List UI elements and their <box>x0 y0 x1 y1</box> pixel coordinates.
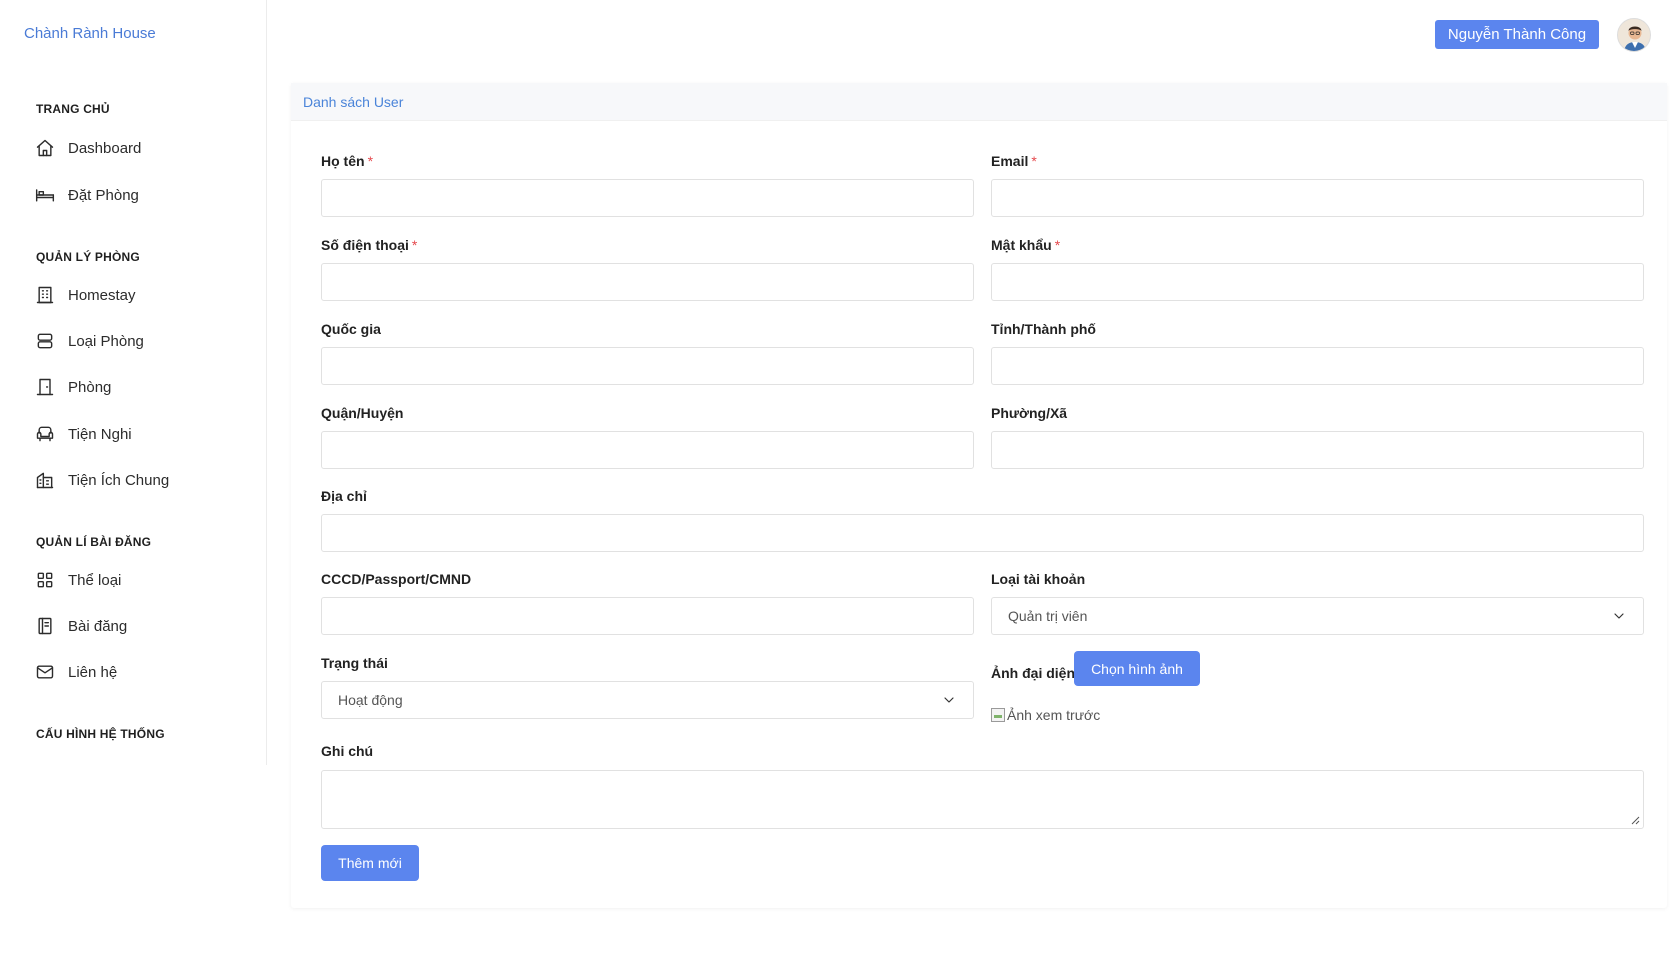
home-icon <box>34 137 56 159</box>
avatar-label: Ảnh đại diện <box>991 665 1075 681</box>
sidebar-item-label: Tiện Ích Chung <box>68 471 170 489</box>
district-label: Quận/Huyện <box>321 405 404 421</box>
country-label: Quốc gia <box>321 321 381 337</box>
brand-link[interactable]: Chành Rành House <box>24 25 156 42</box>
country-input[interactable] <box>321 347 974 385</box>
choose-image-button[interactable]: Chọn hình ảnh <box>1074 651 1200 686</box>
sidebar-item-label: Homestay <box>68 286 136 304</box>
sidebar-item-homestay[interactable]: Homestay <box>34 282 136 308</box>
avatar-preview-alt: Ảnh xem trước <box>1007 707 1101 723</box>
status-select[interactable]: Hoạt động <box>321 681 974 719</box>
password-label-text: Mật khẩu <box>991 237 1052 253</box>
password-label: Mật khẩu * <box>991 237 1060 253</box>
sidebar: Chành Rành House TRANG CHỦ Dashboard Đặt… <box>0 0 267 765</box>
email-input[interactable] <box>991 179 1644 217</box>
email-label-text: Email <box>991 153 1029 169</box>
card-title: Danh sách User <box>291 83 1667 121</box>
account-type-label: Loại tài khoản <box>991 571 1086 587</box>
chevron-down-icon <box>1614 613 1624 619</box>
sidebar-item-amenities[interactable]: Tiện Nghi <box>34 421 132 447</box>
sidebar-item-label: Loại Phòng <box>68 332 144 350</box>
mail-icon <box>34 661 56 683</box>
required-marker: * <box>1054 237 1061 253</box>
server-icon <box>34 330 56 352</box>
password-input[interactable] <box>991 263 1644 301</box>
province-input[interactable] <box>991 347 1644 385</box>
broken-image-icon <box>991 708 1005 722</box>
building-icon <box>34 284 56 306</box>
sidebar-item-label: Bài đăng <box>68 617 128 635</box>
phone-input[interactable] <box>321 263 974 301</box>
email-label: Email * <box>991 153 1037 169</box>
sidebar-item-booking[interactable]: Đặt Phòng <box>34 182 139 208</box>
address-label: Địa chỉ <box>321 488 367 504</box>
ward-label: Phường/Xã <box>991 405 1068 421</box>
sidebar-item-dashboard[interactable]: Dashboard <box>34 135 141 161</box>
resize-grip-icon[interactable] <box>1631 816 1640 825</box>
fullname-input[interactable] <box>321 179 974 217</box>
sidebar-item-posts[interactable]: Bài đăng <box>34 613 127 639</box>
avatar-preview: Ảnh xem trước <box>991 707 1100 723</box>
sidebar-item-room-type[interactable]: Loại Phòng <box>34 328 144 354</box>
fullname-label-text: Họ tên <box>321 153 365 169</box>
status-selected: Hoạt động <box>338 692 403 708</box>
sidebar-section-post-management: QUẢN LÍ BÀI ĐĂNG <box>36 535 152 549</box>
sidebar-item-contact[interactable]: Liên hệ <box>34 659 117 685</box>
user-form-card: Danh sách User Họ tên * Email * Số điện th… <box>291 83 1667 908</box>
sidebar-item-categories[interactable]: Thể loại <box>34 567 121 593</box>
sidebar-item-label: Đặt Phòng <box>68 186 139 204</box>
ward-input[interactable] <box>991 431 1644 469</box>
avatar[interactable] <box>1617 18 1651 52</box>
required-marker: * <box>411 237 418 253</box>
sidebar-item-room[interactable]: Phòng <box>34 374 111 400</box>
notebook-icon <box>34 615 56 637</box>
avatar-person-icon <box>1618 19 1650 51</box>
bed-icon <box>34 184 56 206</box>
door-icon <box>34 376 56 398</box>
add-new-button[interactable]: Thêm mới <box>321 845 419 881</box>
sidebar-section-home: TRANG CHỦ <box>36 102 110 116</box>
sidebar-section-room-management: QUẢN LÝ PHÒNG <box>36 250 140 264</box>
sidebar-item-label: Dashboard <box>68 139 142 157</box>
user-menu-button[interactable]: Nguyễn Thành Công <box>1435 20 1599 49</box>
status-label: Trạng thái <box>321 655 388 671</box>
sidebar-item-label: Thể loại <box>68 571 122 589</box>
phone-label: Số điện thoại * <box>321 237 417 253</box>
chevron-down-icon <box>944 697 954 703</box>
required-marker: * <box>1031 153 1037 169</box>
sidebar-section-system-config[interactable]: CẤU HÌNH HỆ THỐNG <box>36 727 165 741</box>
buildings-icon <box>34 469 56 491</box>
sidebar-item-common-facilities[interactable]: Tiện Ích Chung <box>34 467 169 493</box>
fullname-label: Họ tên * <box>321 153 373 169</box>
sidebar-item-label: Tiện Nghi <box>68 425 132 443</box>
sidebar-item-label: Liên hệ <box>68 663 118 681</box>
id-number-input[interactable] <box>321 597 974 635</box>
required-marker: * <box>367 153 374 169</box>
province-label: Tỉnh/Thành phố <box>991 321 1096 337</box>
id-number-label: CCCD/Passport/CMND <box>321 571 472 587</box>
account-type-selected: Quản trị viên <box>1008 608 1088 624</box>
sidebar-item-label: Phòng <box>68 378 112 396</box>
account-type-select[interactable]: Quản trị viên <box>991 597 1644 635</box>
grid-icon <box>34 569 56 591</box>
sofa-icon <box>34 423 56 445</box>
note-textarea[interactable] <box>321 770 1644 829</box>
note-label: Ghi chú <box>321 743 374 759</box>
address-input[interactable] <box>321 514 1644 552</box>
district-input[interactable] <box>321 431 974 469</box>
phone-label-text: Số điện thoại <box>321 237 409 253</box>
app-root: Chành Rành House TRANG CHỦ Dashboard Đặt… <box>0 0 1680 956</box>
